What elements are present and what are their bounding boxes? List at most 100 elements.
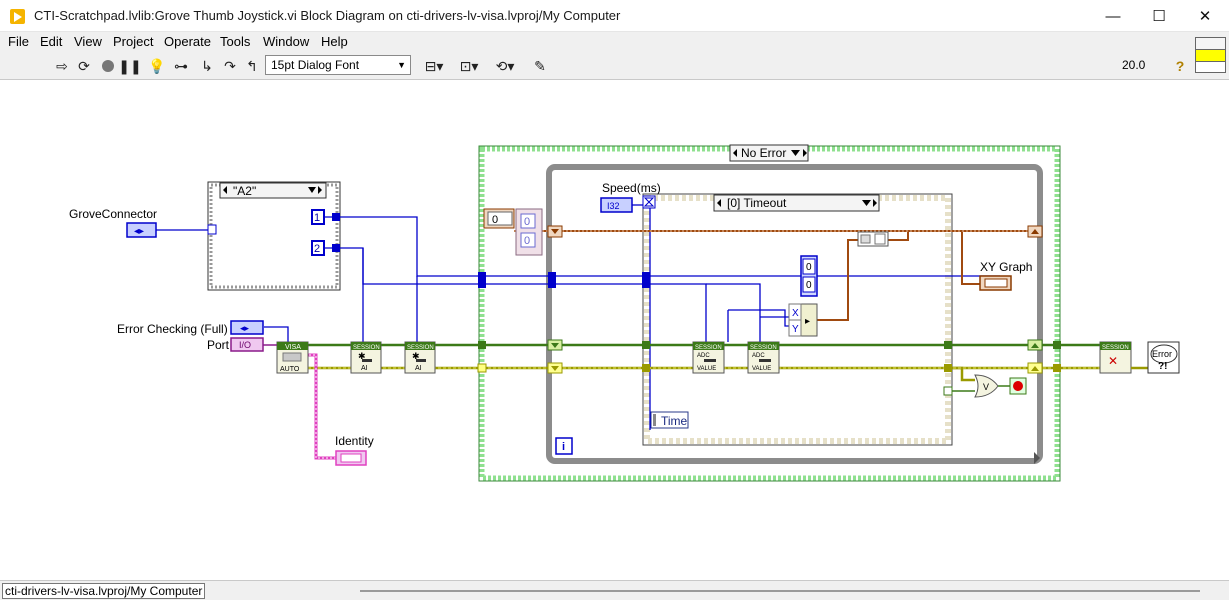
or-node[interactable]: V [974, 374, 999, 398]
svg-text:◂▸: ◂▸ [134, 226, 144, 237]
block-diagram-canvas[interactable]: No Error [0] Timeout Time "A2" 1 2 0 0 0… [0, 80, 1229, 580]
svg-text:SESSION: SESSION [750, 345, 777, 351]
distribute-objects-icon[interactable]: ⊡▾ [455, 56, 483, 76]
abort-icon[interactable] [98, 56, 118, 76]
svg-text:AI: AI [415, 365, 422, 372]
project-context[interactable]: cti-drivers-lv-visa.lvproj/My Computer [2, 583, 206, 599]
close-button[interactable]: ✕ [1182, 0, 1228, 32]
error-checking-terminal[interactable]: ◂▸ [230, 320, 264, 335]
case-constant-1[interactable]: 1 [311, 209, 325, 225]
svg-text:1: 1 [314, 212, 320, 224]
menu-help[interactable]: Help [321, 34, 348, 49]
svg-text:ADC: ADC [697, 353, 710, 359]
svg-text:SESSION: SESSION [407, 345, 434, 351]
menu-view[interactable]: View [74, 34, 102, 49]
clean-up-diagram-icon[interactable]: ✎ [528, 56, 552, 76]
svg-text:0: 0 [806, 280, 812, 291]
highlight-execution-icon[interactable]: 💡 [147, 56, 167, 76]
maximize-button[interactable]: ☐ [1136, 0, 1182, 32]
svg-text:2: 2 [314, 243, 320, 255]
minimize-button[interactable]: — [1090, 0, 1136, 32]
xy-graph-label: XY Graph [980, 260, 1032, 274]
session-ai-node-2[interactable]: SESSION ✱ AI [404, 341, 436, 374]
svg-text:0: 0 [524, 216, 530, 228]
title-bar: CTI-Scratchpad.lvlib:Grove Thumb Joystic… [0, 0, 1229, 32]
event-time-node[interactable]: Time [650, 411, 689, 429]
vi-icon-connector-pane[interactable] [1195, 37, 1226, 73]
grove-connector-terminal[interactable]: ◂▸ [126, 222, 157, 238]
svg-text:SESSION: SESSION [353, 345, 380, 351]
svg-text:Y: Y [792, 324, 799, 335]
step-out-icon[interactable]: ↰ [242, 56, 262, 76]
error-checking-label: Error Checking (Full) [117, 322, 228, 336]
shift-register-left[interactable] [547, 225, 563, 238]
font-select[interactable]: 15pt Dialog Font ▼ [265, 55, 411, 75]
adc-read-node-1[interactable]: SESSION ADC VALUE [692, 341, 725, 374]
outer-case-selector-value: No Error [741, 146, 786, 160]
context-help-icon[interactable]: ? [1170, 56, 1190, 76]
simple-error-handler-node[interactable]: Error ?! [1147, 341, 1180, 374]
xy-cluster-indicator[interactable]: 0 0 [800, 255, 818, 297]
step-over-icon[interactable]: ↷ [220, 56, 240, 76]
menu-edit[interactable]: Edit [40, 34, 62, 49]
svg-text:AI: AI [361, 365, 368, 372]
run-continuously-icon[interactable]: ⟳ [74, 56, 94, 76]
svg-text:VALUE: VALUE [752, 366, 771, 372]
outer-case-selector[interactable]: No Error [729, 144, 809, 162]
step-into-icon[interactable]: ↳ [197, 56, 217, 76]
horizontal-scrollbar[interactable] [360, 590, 1200, 592]
port-terminal[interactable]: I/O [230, 337, 264, 352]
connector-case-selector-value: "A2" [233, 184, 256, 198]
iteration-terminal[interactable]: i [555, 437, 573, 455]
loop-stop-terminal[interactable] [1009, 377, 1027, 395]
svg-text:0: 0 [524, 235, 530, 247]
menu-project[interactable]: Project [113, 34, 153, 49]
pause-icon[interactable]: ❚❚ [118, 56, 141, 76]
cluster-constant[interactable]: 0 0 [515, 208, 543, 256]
timeout-terminal[interactable] [642, 195, 656, 209]
window-title: CTI-Scratchpad.lvlib:Grove Thumb Joystic… [34, 8, 621, 23]
svg-text:0: 0 [492, 214, 498, 226]
svg-text:Error: Error [1152, 349, 1172, 359]
adc-read-node-2[interactable]: SESSION ADC VALUE [747, 341, 780, 374]
case-constant-2[interactable]: 2 [311, 240, 325, 256]
toolbar: ⇨ ⟳ ❚❚ 💡 ⊶ ↳ ↷ ↰ 15pt Dialog Font ▼ ⊟▾ ⊡… [0, 52, 1229, 80]
identity-label: Identity [335, 434, 374, 448]
visa-open-node[interactable]: VISA AUTO [276, 341, 309, 374]
xy-graph-terminal[interactable] [979, 275, 1012, 291]
menu-file[interactable]: File [8, 34, 29, 49]
cluster-init-constant[interactable]: 0 [483, 208, 515, 229]
identity-indicator[interactable] [335, 450, 367, 466]
run-icon[interactable]: ⇨ [52, 56, 72, 76]
svg-text:X: X [792, 308, 799, 319]
svg-text:I32: I32 [607, 201, 620, 211]
svg-text:SESSION: SESSION [1102, 345, 1129, 351]
visa-close-node[interactable]: SESSION ✕ [1099, 341, 1132, 374]
svg-text:V: V [983, 382, 989, 392]
build-array-node[interactable] [857, 231, 889, 247]
bundle-node[interactable]: X Y ▸ [788, 303, 818, 337]
menu-window[interactable]: Window [263, 34, 309, 49]
svg-text:VISA: VISA [285, 344, 301, 351]
svg-text:SESSION: SESSION [695, 345, 722, 351]
align-objects-icon[interactable]: ⊟▾ [420, 56, 448, 76]
svg-text:AUTO: AUTO [280, 366, 300, 373]
labview-app-icon [10, 9, 25, 24]
event-time-label: Time [661, 414, 688, 428]
menu-tools[interactable]: Tools [220, 34, 250, 49]
svg-text:0: 0 [806, 262, 812, 273]
event-selector[interactable]: [0] Timeout [713, 194, 880, 212]
speed-label: Speed(ms) [602, 181, 661, 195]
retain-wire-values-icon[interactable]: ⊶ [171, 56, 191, 76]
menu-bar: File Edit View Project Operate Tools Win… [0, 32, 1229, 52]
svg-text:▸: ▸ [805, 316, 810, 327]
connector-case-selector[interactable]: "A2" [219, 182, 327, 199]
svg-text:✕: ✕ [1108, 354, 1118, 368]
svg-text:i: i [562, 441, 565, 453]
shift-register-right[interactable] [1027, 225, 1043, 238]
menu-operate[interactable]: Operate [164, 34, 211, 49]
session-ai-node-1[interactable]: SESSION ✱ AI [350, 341, 382, 374]
speed-terminal[interactable]: I32 [600, 197, 633, 213]
reorder-icon[interactable]: ⟲▾ [491, 56, 519, 76]
port-label: Port [207, 338, 230, 352]
